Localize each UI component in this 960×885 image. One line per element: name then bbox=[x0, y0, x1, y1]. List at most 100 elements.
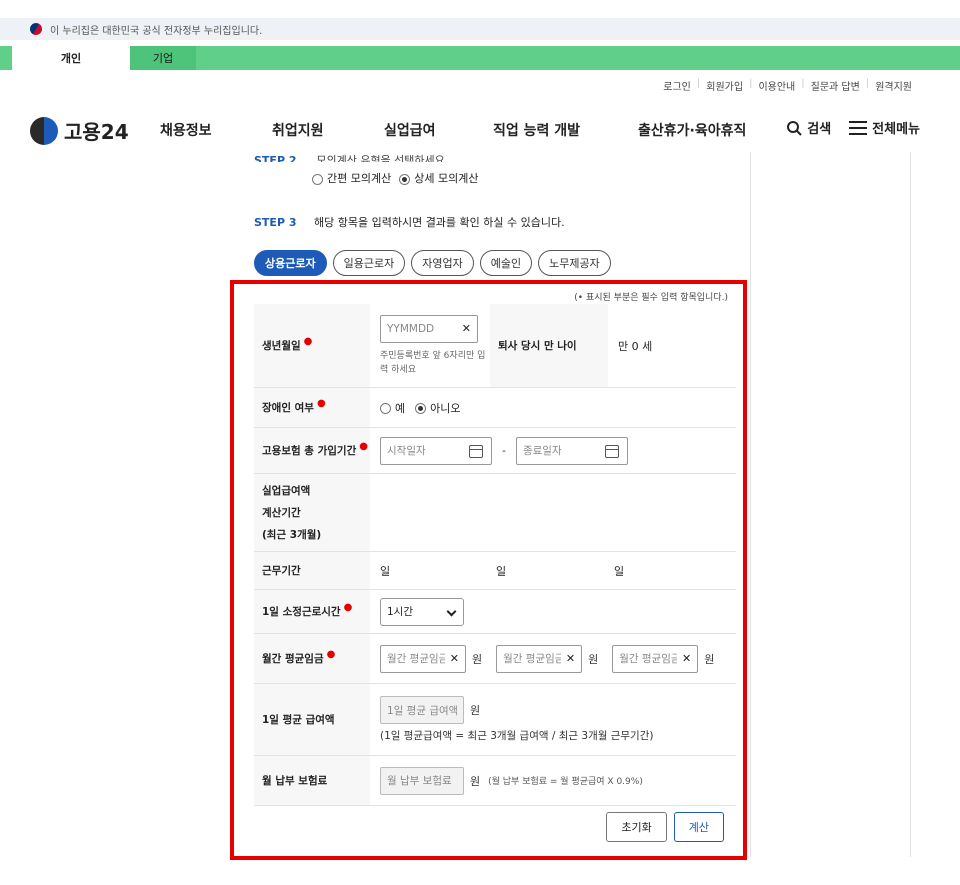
age-label: 퇴사 당시 만 나이 bbox=[498, 340, 577, 352]
monthly-wage-input-1[interactable]: 월간 평균임금 ✕ bbox=[380, 644, 466, 673]
row-monthly-wage: 월간 평균임금 ● 월간 평균임금 ✕ 원 월간 평균임금 ✕ 원 월간 평균임금 ✕ … bbox=[254, 634, 736, 684]
tab-business[interactable]: 기업 bbox=[130, 46, 196, 70]
nav-employment-support[interactable]: 취업지원 bbox=[272, 120, 324, 140]
all-menu-button[interactable]: 전체메뉴 bbox=[849, 118, 920, 137]
worker-type-tabs: 상용근로자 일용근로자 자영업자 예술인 노무제공자 bbox=[254, 250, 611, 276]
tab-self-employed[interactable]: 자영업자 bbox=[411, 250, 474, 276]
user-type-tabs: 개인 기업 bbox=[0, 46, 960, 70]
birth-cell: YYMMDD ✕ 주민등록번호 앞 6자리만 입력 하세요 bbox=[370, 304, 490, 387]
work-days-3: 일 bbox=[614, 564, 625, 578]
clear-icon[interactable]: ✕ bbox=[566, 652, 575, 665]
calc-period-label-3: (최근 3개월) bbox=[262, 528, 322, 541]
signup-link[interactable]: 회원가입 bbox=[706, 78, 743, 93]
age-label-cell: 퇴사 당시 만 나이 bbox=[490, 304, 608, 387]
clear-icon[interactable]: ✕ bbox=[462, 322, 471, 335]
main-navigation: 고용24 채용정보 취업지원 실업급여 직업 능력 개발 출산휴가·육아휴직 검… bbox=[0, 106, 960, 152]
radio-simple-label: 간편 모의계산 bbox=[327, 172, 392, 185]
radio-disability-no[interactable]: 아니오 bbox=[415, 400, 461, 416]
reset-button[interactable]: 초기화 bbox=[606, 812, 667, 842]
calc-period-label-2: 계산기간 bbox=[262, 506, 301, 519]
disability-cell: 예 아니오 bbox=[370, 388, 736, 427]
logo-mark-icon bbox=[30, 116, 58, 145]
required-dot-icon: ● bbox=[343, 602, 353, 613]
calc-form: 생년월일 ● YYMMDD ✕ 주민등록번호 앞 6자리만 입력 하세요 퇴사 당시… bbox=[254, 304, 736, 806]
calc-period-cell bbox=[370, 474, 736, 551]
taegeuk-flag-icon bbox=[27, 20, 45, 38]
step2-heading: STEP 2 모의계산 유형을 선택하세요. bbox=[254, 152, 448, 162]
clear-icon[interactable]: ✕ bbox=[682, 652, 691, 665]
radio-disability-yes[interactable]: 예 bbox=[380, 400, 405, 416]
calculate-button[interactable]: 계산 bbox=[673, 812, 724, 842]
login-link[interactable]: 로그인 bbox=[663, 78, 691, 93]
row-daily-benefit: 1일 평균 급여액 1일 평균 급여액 원 (1일 평균급여액 = 최근 3개월… bbox=[254, 684, 736, 756]
tab-personal[interactable]: 개인 bbox=[12, 46, 130, 70]
insurance-cell: 시작일자 - 종료일자 bbox=[370, 428, 736, 473]
step2-label: STEP 2 bbox=[254, 154, 297, 162]
end-date-input[interactable]: 종료일자 bbox=[515, 436, 628, 465]
row-monthly-premium: 월 납부 보험료 월 납부 보험료 원 (월 납부 보험료 = 월 평균급여 X… bbox=[254, 756, 736, 806]
daily-hours-label-cell: 1일 소정근로시간 ● bbox=[254, 590, 370, 633]
required-dot-icon: ● bbox=[303, 336, 313, 347]
daily-benefit-placeholder: 1일 평균 급여액 bbox=[387, 704, 457, 717]
tab-artist[interactable]: 예술인 bbox=[479, 250, 533, 276]
row-daily-hours: 1일 소정근로시간 ● 1시간 bbox=[254, 590, 736, 634]
nav-vocational-training[interactable]: 직업 능력 개발 bbox=[493, 120, 580, 140]
search-button[interactable]: 검색 bbox=[786, 118, 831, 137]
calendar-icon[interactable] bbox=[469, 444, 483, 458]
calc-period-label-cell: 실업급여액 계산기간 (최근 3개월) bbox=[254, 474, 370, 551]
remote-support-link[interactable]: 원격지원 bbox=[875, 78, 912, 93]
calendar-icon[interactable] bbox=[604, 444, 619, 458]
nav-parental-leave[interactable]: 출산휴가·육아휴직 bbox=[638, 120, 746, 140]
insurance-label-cell: 고용보험 총 가입기간 ● bbox=[254, 428, 370, 473]
radio-simple-calc[interactable]: 간편 모의계산 bbox=[312, 170, 391, 186]
radio-selected-icon bbox=[415, 403, 427, 414]
radio-detail-calc[interactable]: 상세 모의계산 bbox=[399, 170, 478, 186]
clear-icon[interactable]: ✕ bbox=[450, 652, 459, 665]
tab-regular-worker[interactable]: 상용근로자 bbox=[254, 250, 327, 276]
monthly-premium-formula: (월 납부 보험료 = 월 평균급여 X 0.9%) bbox=[488, 777, 643, 787]
calc-period-label-1: 실업급여액 bbox=[262, 484, 311, 497]
monthly-premium-input[interactable]: 월 납부 보험료 bbox=[380, 766, 464, 795]
calc-type-options: 간편 모의계산 상세 모의계산 bbox=[312, 170, 478, 186]
start-date-input[interactable]: 시작일자 bbox=[380, 436, 492, 465]
work-days-2: 일 bbox=[496, 564, 507, 578]
row-birth: 생년월일 ● YYMMDD ✕ 주민등록번호 앞 6자리만 입력 하세요 퇴사 당시… bbox=[254, 304, 736, 388]
step3-heading: STEP 3 해당 항목을 입력하시면 결과를 확인 하실 수 있습니다. bbox=[254, 214, 565, 230]
birth-input[interactable]: YYMMDD ✕ bbox=[380, 314, 478, 343]
qna-link[interactable]: 질문과 답변 bbox=[811, 78, 860, 93]
row-work-period: 근무기간 일 일 일 bbox=[254, 552, 736, 590]
age-value: 만 0 세 bbox=[618, 339, 653, 353]
start-date-placeholder: 시작일자 bbox=[387, 445, 426, 457]
birth-placeholder: YYMMDD bbox=[387, 322, 435, 335]
wage-unit-2: 원 bbox=[588, 652, 599, 666]
content-divider bbox=[750, 152, 751, 857]
daily-benefit-label: 1일 평균 급여액 bbox=[262, 714, 335, 726]
wage-placeholder-1: 월간 평균임금 bbox=[387, 653, 445, 665]
monthly-wage-input-2[interactable]: 월간 평균임금 ✕ bbox=[496, 644, 583, 673]
disability-label-cell: 장애인 여부 ● bbox=[254, 388, 370, 427]
monthly-wage-input-3[interactable]: 월간 평균임금 ✕ bbox=[612, 644, 699, 673]
nav-jobs[interactable]: 채용정보 bbox=[160, 120, 212, 140]
birth-hint: 주민등록번호 앞 6자리만 입력 하세요 bbox=[380, 350, 486, 375]
row-disability: 장애인 여부 ● 예 아니오 bbox=[254, 388, 736, 428]
radio-circle-icon bbox=[380, 403, 391, 414]
required-dot-icon: ● bbox=[326, 649, 336, 660]
birth-label: 생년월일 bbox=[262, 340, 301, 352]
chevron-down-icon bbox=[446, 606, 457, 616]
daily-benefit-formula: (1일 평균급여액 = 최근 3개월 급여액 / 최근 3개월 근무기간) bbox=[380, 730, 654, 742]
monthly-wage-label-cell: 월간 평균임금 ● bbox=[254, 634, 370, 683]
daily-hours-select[interactable]: 1시간 bbox=[380, 597, 464, 626]
tab-daily-worker[interactable]: 일용근로자 bbox=[332, 250, 406, 276]
work-days-1: 일 bbox=[380, 564, 391, 578]
all-menu-label: 전체메뉴 bbox=[872, 122, 920, 137]
daily-benefit-input[interactable]: 1일 평균 급여액 bbox=[380, 696, 464, 724]
tab-labor-provider[interactable]: 노무제공자 bbox=[538, 250, 611, 276]
radio-yes-label: 예 bbox=[395, 401, 406, 415]
nav-unemployment-benefit[interactable]: 실업급여 bbox=[384, 120, 436, 140]
required-dot-icon: ● bbox=[316, 398, 326, 409]
logo-text: 고용24 bbox=[64, 120, 129, 144]
site-logo[interactable]: 고용24 bbox=[30, 116, 129, 145]
required-dot-icon: ● bbox=[359, 441, 368, 452]
gov-banner-text: 이 누리집은 대한민국 공식 전자정부 누리집입니다. bbox=[50, 25, 263, 37]
guide-link[interactable]: 이용안내 bbox=[758, 78, 795, 93]
